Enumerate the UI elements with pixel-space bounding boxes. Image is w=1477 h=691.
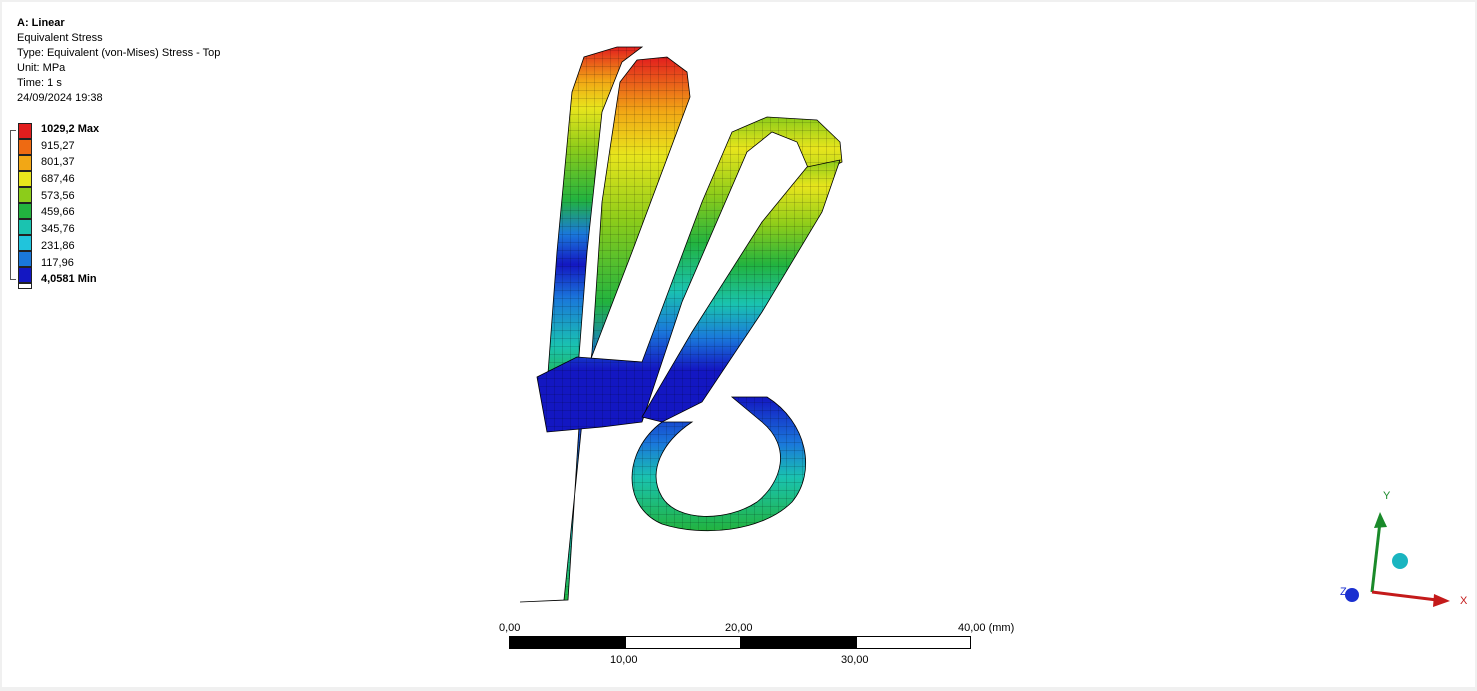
triad-axes: [1345, 512, 1450, 607]
coordinate-triad[interactable]: Y X Z: [1332, 482, 1472, 622]
scale-label: 40,00 (mm): [958, 622, 1015, 634]
z-axis-label: Z: [1340, 586, 1347, 598]
scale-bar: 0,00 20,00 40,00 (mm) 10,00 30,00: [499, 622, 1014, 666]
isometric-view-icon[interactable]: [1392, 553, 1408, 569]
graphics-viewport[interactable]: A: Linear Equivalent Stress Type: Equiva…: [2, 2, 1475, 687]
scale-segment: [509, 636, 625, 649]
scale-segment: [740, 636, 856, 649]
scale-label: 30,00: [841, 654, 869, 666]
y-arrow-icon: [1374, 512, 1387, 528]
scale-label: 20,00: [725, 622, 753, 634]
y-axis-label: Y: [1383, 490, 1391, 502]
scale-label: 10,00: [610, 654, 638, 666]
stress-contour-model[interactable]: [2, 2, 1475, 687]
x-axis-label: X: [1460, 595, 1468, 607]
y-axis-icon: [1370, 521, 1382, 593]
x-arrow-icon: [1433, 594, 1450, 607]
scale-label: 0,00: [499, 622, 521, 634]
scale-segment: [625, 636, 741, 649]
x-axis-icon: [1371, 590, 1438, 602]
scale-segment: [856, 636, 971, 649]
z-axis-icon: [1345, 588, 1359, 602]
